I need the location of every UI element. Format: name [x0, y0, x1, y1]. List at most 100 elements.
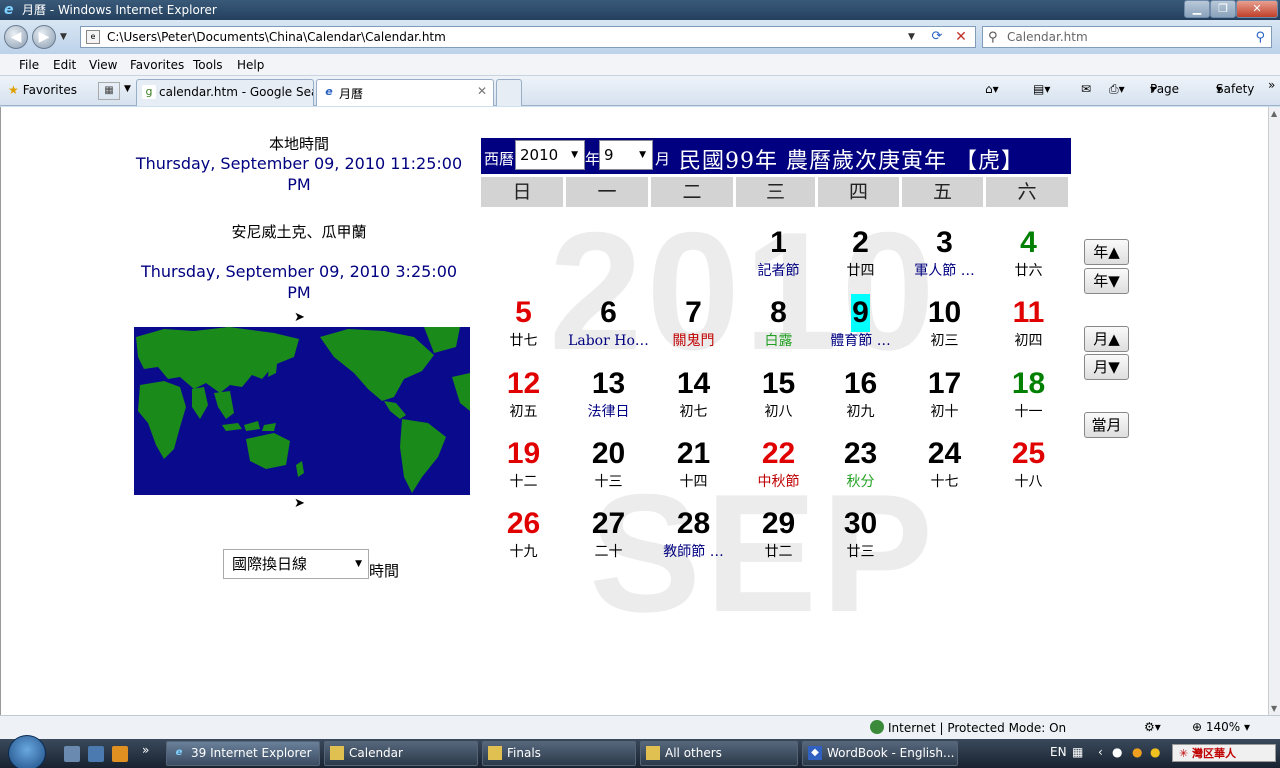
vertical-scrollbar[interactable]: ▲ ▼ — [1268, 107, 1280, 715]
tab-list-dropdown-icon[interactable]: ▼ — [124, 84, 131, 94]
day-cell[interactable]: 15 初八 — [736, 351, 821, 421]
day-cell[interactable]: 18 十一 — [986, 351, 1071, 421]
day-cell[interactable]: 23 秋分 — [818, 421, 903, 491]
taskbar-calendar-folder[interactable]: Calendar — [324, 741, 478, 766]
tray-app-icon[interactable]: ● — [1112, 745, 1122, 759]
feeds-icon[interactable]: ▤▾ — [1033, 82, 1050, 96]
day-cell[interactable]: 3 軍人節 … — [902, 210, 987, 280]
day-cell[interactable]: 14 初七 — [651, 351, 736, 421]
day-number: 17 — [927, 367, 962, 400]
taskbar-all-others[interactable]: All others — [640, 741, 798, 766]
start-button[interactable] — [8, 735, 46, 768]
maximize-button[interactable]: ❐ — [1210, 0, 1236, 18]
taskbar-ie[interactable]: e 39 Internet Explorer — [166, 741, 320, 766]
taskbar-wordbook[interactable]: ◆ WordBook - English... — [802, 741, 958, 766]
print-icon[interactable]: ⎙▾ — [1109, 82, 1125, 97]
address-bar[interactable]: e C:\Users\Peter\Documents\China\Calenda… — [80, 26, 976, 48]
day-cell[interactable]: 16 初九 — [818, 351, 903, 421]
search-box[interactable]: ⚲ Calendar.htm ⚲ — [982, 26, 1272, 48]
month-select[interactable]: 9 ▼ — [599, 140, 653, 170]
day-cell[interactable]: 11 初四 — [986, 280, 1071, 350]
menu-help[interactable]: Help — [237, 58, 264, 72]
menu-view[interactable]: View — [89, 58, 117, 72]
day-cell[interactable]: 20 十三 — [566, 421, 651, 491]
language-indicator[interactable]: EN — [1050, 745, 1067, 759]
favorites-button[interactable]: ★ Favorites — [8, 83, 77, 97]
safety-menu[interactable]: Safety ▾ — [1216, 82, 1254, 96]
tray-app-icon-2[interactable]: ● — [1132, 745, 1142, 759]
day-number: 30 — [843, 507, 878, 540]
refresh-icon[interactable]: ⟳ — [926, 27, 948, 47]
day-cell[interactable]: 8 白露 — [736, 280, 821, 350]
quick-tabs-icon[interactable]: ▦ — [98, 82, 120, 100]
page-icon: e — [86, 30, 100, 44]
address-url: C:\Users\Peter\Documents\China\Calendar\… — [107, 30, 446, 44]
show-desktop-icon[interactable] — [64, 746, 80, 762]
world-map[interactable] — [134, 327, 470, 495]
tray-badge[interactable]: ✳ 灣区華人 — [1172, 744, 1276, 762]
tab-google-search[interactable]: g calendar.htm - Google Sea... — [136, 79, 314, 106]
month-up-button[interactable]: 月▲ — [1084, 326, 1129, 352]
new-tab-button[interactable] — [496, 79, 522, 106]
day-cell[interactable]: 5 廿七 — [481, 280, 566, 350]
year-down-button[interactable]: 年▼ — [1084, 268, 1129, 294]
day-cell[interactable]: 6 Labor Ho… — [566, 280, 651, 350]
day-cell[interactable]: 2 廿四 — [818, 210, 903, 280]
day-cell[interactable]: 9 體育節 … — [818, 280, 903, 350]
day-cell[interactable]: 25 十八 — [986, 421, 1071, 491]
menu-file[interactable]: File — [19, 58, 39, 72]
more-chevron-icon[interactable]: » — [1268, 78, 1275, 92]
back-button[interactable]: ◀ — [4, 25, 28, 49]
taskbar-finals-folder[interactable]: Finals — [482, 741, 636, 766]
menu-edit[interactable]: Edit — [53, 58, 76, 72]
protected-mode-icon[interactable]: ⚙▾ — [1144, 720, 1161, 734]
timezone-select[interactable]: 國際換日線 ▼ — [223, 549, 369, 579]
forward-button[interactable]: ▶ — [32, 25, 56, 49]
day-cell[interactable]: 7 關鬼門 — [651, 280, 736, 350]
day-cell[interactable]: 27 二十 — [566, 491, 651, 561]
tray-expand-icon[interactable]: ‹ — [1098, 745, 1103, 759]
scroll-up-icon[interactable]: ▲ — [1271, 109, 1277, 118]
security-zone[interactable]: Internet | Protected Mode: On — [870, 720, 1066, 735]
history-dropdown-icon[interactable]: ▼ — [60, 32, 67, 42]
day-cell[interactable]: 17 初十 — [902, 351, 987, 421]
day-cell[interactable]: 10 初三 — [902, 280, 987, 350]
day-cell[interactable]: 19 十二 — [481, 421, 566, 491]
day-cell[interactable]: 12 初五 — [481, 351, 566, 421]
close-tab-icon[interactable]: ✕ — [477, 84, 487, 98]
menu-tools[interactable]: Tools — [193, 58, 223, 72]
year-up-button[interactable]: 年▲ — [1084, 239, 1129, 265]
media-player-icon[interactable] — [112, 746, 128, 762]
day-cell[interactable]: 30 廿三 — [818, 491, 903, 561]
home-icon[interactable]: ⌂▾ — [985, 82, 999, 96]
day-cell[interactable]: 28 教師節 … — [651, 491, 736, 561]
day-cell[interactable]: 22 中秋節 — [736, 421, 821, 491]
stop-icon[interactable]: ✕ — [950, 27, 972, 47]
day-cell[interactable]: 24 十七 — [902, 421, 987, 491]
tab-calendar[interactable]: e 月曆 ✕ — [316, 79, 494, 106]
day-cell[interactable]: 13 法律日 — [566, 351, 651, 421]
month-down-button[interactable]: 月▼ — [1084, 354, 1129, 380]
address-dropdown-icon[interactable]: ▼ — [908, 32, 915, 42]
scroll-down-icon[interactable]: ▼ — [1271, 704, 1277, 713]
day-number: 27 — [591, 507, 626, 540]
day-cell[interactable]: 1 記者節 — [736, 210, 821, 280]
more-quicklaunch-icon[interactable]: » — [142, 743, 149, 757]
current-month-button[interactable]: 當月 — [1084, 412, 1129, 438]
search-go-icon[interactable]: ⚲ — [1255, 28, 1265, 48]
keyboard-icon[interactable]: ▦ — [1072, 745, 1083, 759]
minimize-button[interactable]: ▁ — [1184, 0, 1210, 18]
day-cell[interactable]: 4 廿六 — [986, 210, 1071, 280]
page-menu[interactable]: Page ▾ — [1150, 82, 1179, 96]
year-select[interactable]: 2010 ▼ — [515, 140, 585, 170]
menu-favorites[interactable]: Favorites — [130, 58, 184, 72]
day-cell[interactable]: 21 十四 — [651, 421, 736, 491]
day-cell[interactable]: 29 廿二 — [736, 491, 821, 561]
explorer-icon[interactable] — [88, 746, 104, 762]
zoom-control[interactable]: ⊕ 140% ▾ — [1192, 720, 1250, 734]
tray-app-icon-3[interactable]: ● — [1150, 745, 1160, 759]
day-cell[interactable]: 26 十九 — [481, 491, 566, 561]
mail-icon[interactable]: ✉ — [1081, 82, 1091, 96]
close-window-button[interactable]: ✕ — [1236, 0, 1278, 18]
window-title: 月曆 - Windows Internet Explorer — [22, 3, 217, 17]
